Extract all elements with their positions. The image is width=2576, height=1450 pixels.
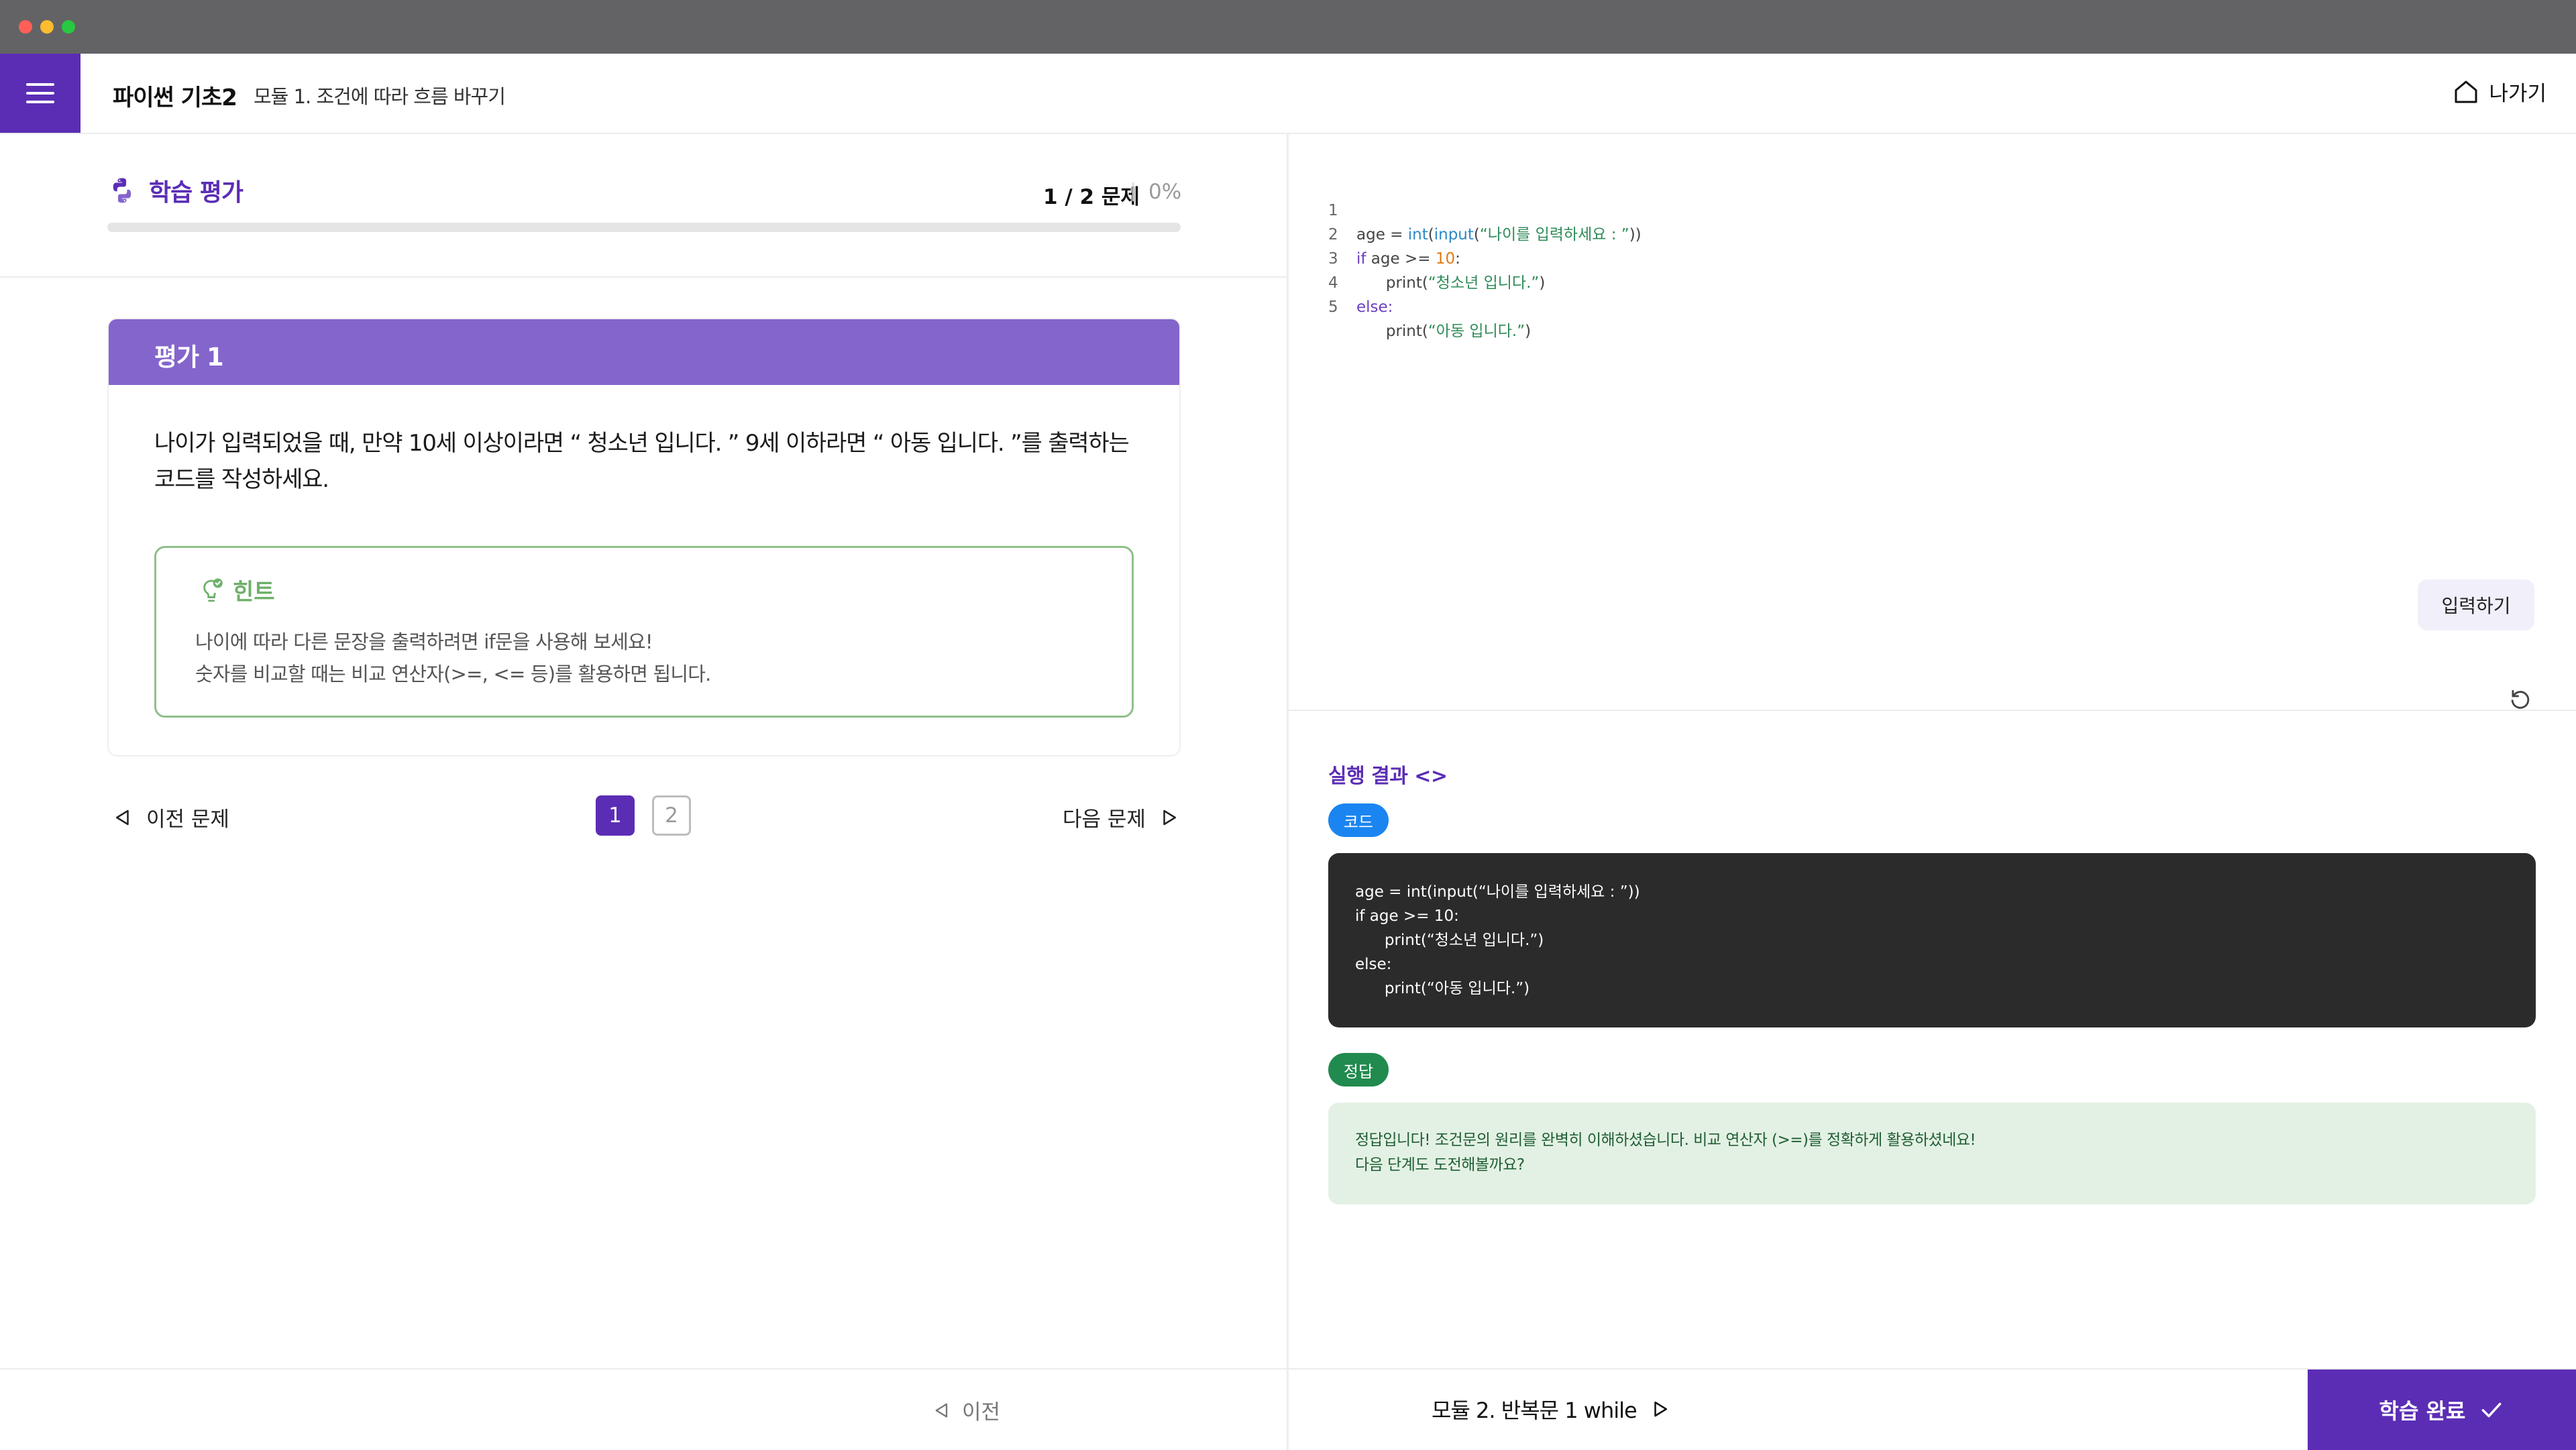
line-number: 5 [1328, 298, 1338, 316]
triangle-right-icon [1163, 810, 1176, 825]
triangle-left-icon [116, 810, 129, 825]
question-counter: 1 / 2 문제 [1043, 185, 1140, 209]
hamburger-menu-button[interactable] [0, 54, 80, 133]
lightbulb-icon [203, 578, 223, 602]
counter-divider [1132, 182, 1134, 201]
course-title: 파이썬 기초2 [113, 85, 237, 111]
section-divider [0, 276, 1287, 278]
triangle-left-icon [935, 1403, 948, 1417]
result-title: 실행 결과 <> [1328, 765, 1448, 788]
prev-question-button[interactable]: 이전 문제 [113, 802, 229, 832]
result-code-line: if age >= 10: [1355, 907, 1459, 925]
next-question-button[interactable]: 다음 문제 [1063, 802, 1179, 832]
hamburger-icon [26, 77, 54, 109]
exit-button[interactable]: 나가기 [2453, 76, 2546, 107]
code-line: 1 age = int(input(“나이를 입력하세요 : ”)) [1328, 174, 1642, 243]
exit-label: 나가기 [2489, 82, 2546, 106]
code-line: 5 print(“아동 입니다.”) [1328, 271, 1531, 340]
code-line: 2 if age >= 10: [1328, 199, 1460, 268]
hint-line: 나이에 따라 다른 문장을 출력하려면 if문을 사용해 보세요! [195, 630, 653, 653]
result-code-line: print(“아동 입니다.”) [1355, 980, 1530, 997]
code-line: 4 else: [1328, 247, 1393, 316]
hint-line: 숫자를 비교할 때는 비교 연산자(>=, <= 등)를 활용하면 됩니다. [195, 663, 711, 685]
question-card: 평가 1 나이가 입력되었을 때, 만약 10세 이상이라면 “ 청소년 입니다… [107, 318, 1181, 757]
window-close-dot[interactable] [19, 20, 32, 34]
code-badge: 코드 [1328, 803, 1389, 837]
hint-header: 힌트 [198, 573, 275, 606]
hint-title: 힌트 [233, 579, 275, 606]
module-title: 모듈 1. 조건에 따라 흐름 바꾸기 [254, 85, 506, 108]
answer-feedback-box: 정답입니다! 조건문의 원리를 완벽히 이해하셨습니다. 비교 연산자 (>=)… [1328, 1103, 2536, 1205]
page-button-2[interactable]: 2 [652, 795, 691, 836]
hint-body: 나이에 따라 다른 문장을 출력하려면 if문을 사용해 보세요! 숫자를 비교… [195, 626, 711, 690]
window-titlebar [0, 0, 2576, 54]
bottom-bar: 이전 모듈 2. 반복문 1 while 학습 완료 [0, 1368, 2576, 1450]
progress-bar [107, 223, 1181, 232]
next-module-button[interactable]: 모듈 2. 반복문 1 while [1432, 1394, 1670, 1425]
answer-line: 다음 단계도 도전해볼까요? [1355, 1156, 1525, 1174]
complete-learning-button[interactable]: 학습 완료 [2308, 1370, 2576, 1450]
result-code-block: age = int(input(“나이를 입력하세요 : ”)) if age … [1328, 853, 2536, 1027]
window-minimize-dot[interactable] [40, 20, 54, 34]
result-code-line: print(“청소년 입니다.”) [1355, 932, 1544, 949]
answer-line: 정답입니다! 조건문의 원리를 완벽히 이해하셨습니다. 비교 연산자 (>=)… [1355, 1131, 1976, 1149]
python-icon [113, 178, 131, 203]
question-card-title: 평가 1 [109, 319, 1179, 385]
code-line: 3 print(“청소년 입니다.”) [1328, 223, 1545, 292]
bottom-divider [1287, 1370, 1289, 1450]
answer-badge: 정답 [1328, 1053, 1389, 1086]
prev-module-button[interactable]: 이전 [932, 1395, 1000, 1425]
progress-percent: 0% [1148, 180, 1182, 204]
page-button-1[interactable]: 1 [596, 795, 635, 836]
prev-question-label: 이전 문제 [146, 807, 229, 832]
triangle-right-icon [1654, 1401, 1667, 1417]
home-icon [2455, 80, 2477, 103]
top-bar: 파이썬 기초2 모듈 1. 조건에 따라 흐름 바꾸기 나가기 [0, 54, 2576, 134]
result-code-line: age = int(input(“나이를 입력하세요 : ”)) [1355, 883, 1640, 901]
hint-box: 힌트 나이에 따라 다른 문장을 출력하려면 if문을 사용해 보세요! 숫자를… [154, 546, 1134, 718]
window-maximize-dot[interactable] [62, 20, 75, 34]
result-code-line: else: [1355, 956, 1392, 973]
assessment-header: 학습 평가 [107, 173, 244, 208]
editor-divider [1289, 710, 2576, 711]
next-question-label: 다음 문제 [1063, 807, 1146, 832]
panel-divider [1287, 134, 1289, 1368]
complete-label: 학습 완료 [2379, 1398, 2466, 1424]
next-module-label: 모듈 2. 반복문 1 while [1432, 1398, 1638, 1423]
refresh-icon [2511, 689, 2530, 709]
code-editor[interactable]: 1 age = int(input(“나이를 입력하세요 : ”)) 2 if … [1328, 174, 1642, 340]
assessment-title: 학습 평가 [149, 179, 244, 207]
prev-module-label: 이전 [962, 1400, 1001, 1425]
input-button[interactable]: 입력하기 [2418, 579, 2534, 630]
question-text: 나이가 입력되었을 때, 만약 10세 이상이라면 “ 청소년 입니다. ” 9… [154, 430, 1130, 493]
checkmark-icon [2482, 1402, 2502, 1418]
